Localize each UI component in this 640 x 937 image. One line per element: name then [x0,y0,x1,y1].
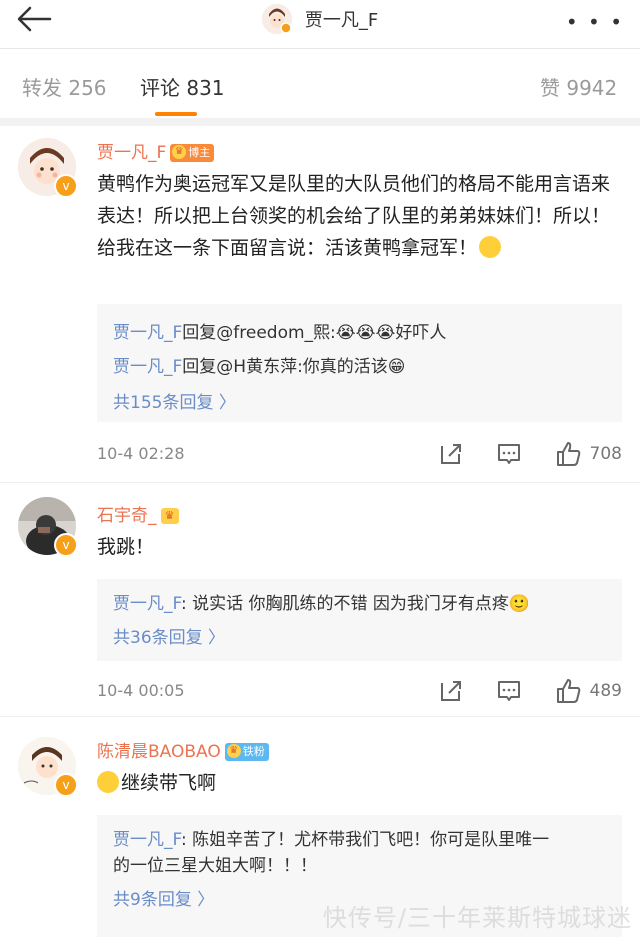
verified-badge-icon: v [54,773,78,797]
reply-line[interactable]: 贾一凡_F: 说实话 你胸肌练的不错 因为我门牙有点疼🙂 [113,589,530,614]
comment-username[interactable]: 贾一凡_F ♛ 博主 [97,138,215,163]
crown-icon: ♛ [226,744,241,758]
comment-text-content: 继续带飞啊 [121,772,217,794]
more-replies-link[interactable]: 共9条回复 〉 [113,885,214,910]
reply-box[interactable]: 贾一凡_F: 说实话 你胸肌练的不错 因为我门牙有点疼🙂 共36条回复 〉 [97,579,622,661]
avatar[interactable]: v [18,497,78,557]
reply-text: : 说实话 你胸肌练的不错 因为我门牙有点疼🙂 [180,594,531,614]
fan-tag: ♛ 铁粉 [224,743,269,761]
nav-avatar[interactable] [261,4,292,34]
watermark-text: 快传号/三十年莱斯特城球迷 [322,904,632,932]
nav-divider [0,48,640,49]
blogger-tag: ♛ 博主 [170,144,215,162]
comment-item: v 贾一凡_F ♛ 博主 黄鸭作为奥运冠军又是队里的大队员他们的格局不能用言语来表达… [0,126,640,488]
comment-footer: 10-4 02:28 708 [97,440,622,470]
reply-line[interactable]: 贾一凡_F: 陈姐辛苦了！尤杯带我们飞吧！你可是队里唯一 [113,825,549,850]
tab-like[interactable]: 赞 9942 [540,72,617,101]
more-options-icon[interactable]: • • • [566,10,624,34]
reply-line[interactable]: 贾一凡_F回复@freedom_熙:😭😭😭好吓人 [113,318,446,343]
avatar-cartoon-icon [261,4,292,34]
comment-username[interactable]: 陈清晨BAOBAO ♛ 铁粉 [97,737,269,762]
tab-comment[interactable]: 评论 831 [140,72,225,101]
reply-username[interactable]: 贾一凡_F [113,357,182,377]
comment-icon[interactable] [495,677,523,705]
like-count: 489 [589,681,622,701]
blogger-tag-label: 博主 [188,146,211,159]
reply-box[interactable]: 贾一凡_F回复@freedom_熙:😭😭😭好吓人 贾一凡_F回复@H黄东萍:你真… [97,304,622,422]
verified-badge-icon: v [54,533,78,557]
top-nav-bar: 贾一凡_F • • • [0,0,640,46]
nav-title-group[interactable]: 贾一凡_F [0,4,640,38]
tab-repost[interactable]: 转发 256 [22,72,107,101]
comment-text: 我跳！ [97,536,155,558]
reply-line[interactable]: 贾一凡_F回复@H黄东萍:你真的活该😁 [113,352,406,377]
crown-icon: ♛ [160,508,179,524]
comment-text: 黄鸭作为奥运冠军又是队里的大队员他们的格局不能用言语来表达！所以把上台领奖的机会… [97,168,622,264]
like-count: 708 [589,444,622,464]
fan-tag-label: 铁粉 [242,745,265,758]
reply-username[interactable]: 贾一凡_F [113,594,181,614]
more-replies-link[interactable]: 共36条回复 〉 [113,623,225,648]
verified-badge-icon: v [54,174,78,198]
comment-item: v 石宇奇_ ♛ 我跳！ 贾一凡_F: 说实话 你胸肌练的不错 因为我门牙有点疼🙂… [0,483,640,715]
avatar[interactable]: v [18,737,78,797]
reply-text: : 陈姐辛苦了！尤杯带我们飞吧！你可是队里唯一 [180,830,550,850]
reply-line-continued[interactable]: 的一位三星大姐大啊！！！ [113,851,317,876]
nav-title: 贾一凡_F [304,10,379,31]
username-text[interactable]: 陈清晨BAOBAO [97,742,221,762]
thinking-emoji-icon [479,236,502,258]
comment-username[interactable]: 石宇奇_ ♛ [97,501,179,526]
share-icon[interactable] [437,677,465,705]
comment-time: 10-4 02:28 [97,444,185,463]
reply-username[interactable]: 贾一凡_F [113,323,182,343]
username-text[interactable]: 贾一凡_F [97,143,166,163]
tab-bar: 转发 256 评论 831 赞 9942 [0,50,640,120]
share-icon[interactable] [437,440,465,468]
reply-text: 回复@H黄东萍:你真的活该😁 [182,357,406,377]
comment-icon[interactable] [495,440,523,468]
reply-text: 回复@freedom_熙:😭😭😭好吓人 [182,323,447,343]
crown-icon: ♛ [172,145,187,159]
more-replies-link[interactable]: 共155条回复 〉 [113,388,236,413]
avatar[interactable]: v [18,138,78,198]
reply-text: 的一位三星大姐大啊！！！ [113,856,317,876]
comment-time: 10-4 00:05 [97,681,185,700]
yum-emoji-icon [97,771,119,793]
comment-text: 继续带飞啊 [97,767,622,799]
active-tab-indicator [155,112,197,116]
like-thumb-icon[interactable] [555,677,583,705]
like-thumb-icon[interactable] [555,440,583,468]
comment-text-content: 黄鸭作为奥运冠军又是队里的大队员他们的格局不能用言语来表达！所以把上台领奖的机会… [97,173,611,259]
section-separator [0,118,640,126]
reply-username[interactable]: 贾一凡_F [113,830,181,850]
comment-footer: 10-4 00:05 489 [97,677,622,707]
username-text[interactable]: 石宇奇_ [97,506,157,526]
